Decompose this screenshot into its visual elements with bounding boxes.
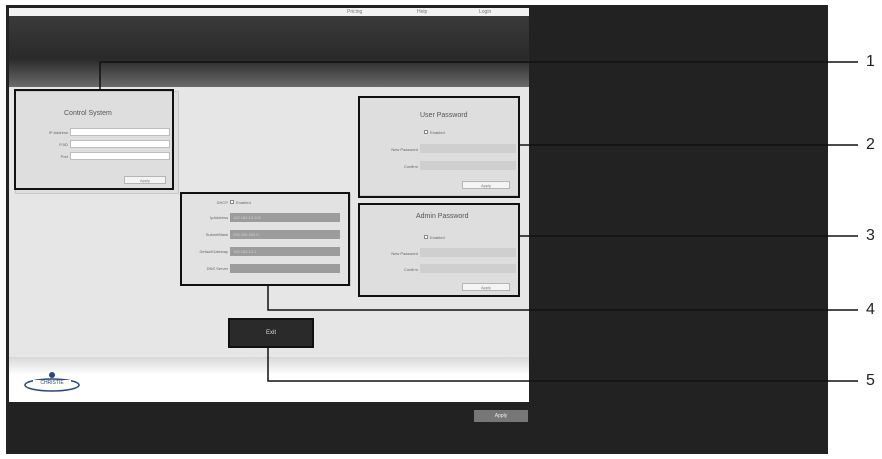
callout-box-5 xyxy=(228,318,314,348)
callout-number-5: 5 xyxy=(866,372,875,389)
header-banner xyxy=(9,16,529,87)
callout-number-2: 2 xyxy=(866,136,875,153)
callout-number-4: 4 xyxy=(866,301,875,318)
logo-text: CHRISTIE xyxy=(40,380,64,386)
callout-box-3 xyxy=(358,203,520,297)
christie-logo-icon: CHRISTIE xyxy=(24,372,80,392)
page-footer: CHRISTIE xyxy=(9,357,529,402)
callout-number-3: 3 xyxy=(866,227,875,244)
callout-number-1: 1 xyxy=(866,53,875,70)
bottom-apply-button[interactable]: Apply xyxy=(474,410,528,422)
top-link-3[interactable]: Login xyxy=(479,9,491,15)
callout-box-1 xyxy=(14,89,174,190)
top-navigation-bar: Pricing Help Login xyxy=(9,8,529,16)
callout-box-2 xyxy=(358,96,520,198)
top-link-2[interactable]: Help xyxy=(417,9,427,15)
callout-box-4 xyxy=(180,192,350,286)
top-link-1[interactable]: Pricing xyxy=(347,9,362,15)
